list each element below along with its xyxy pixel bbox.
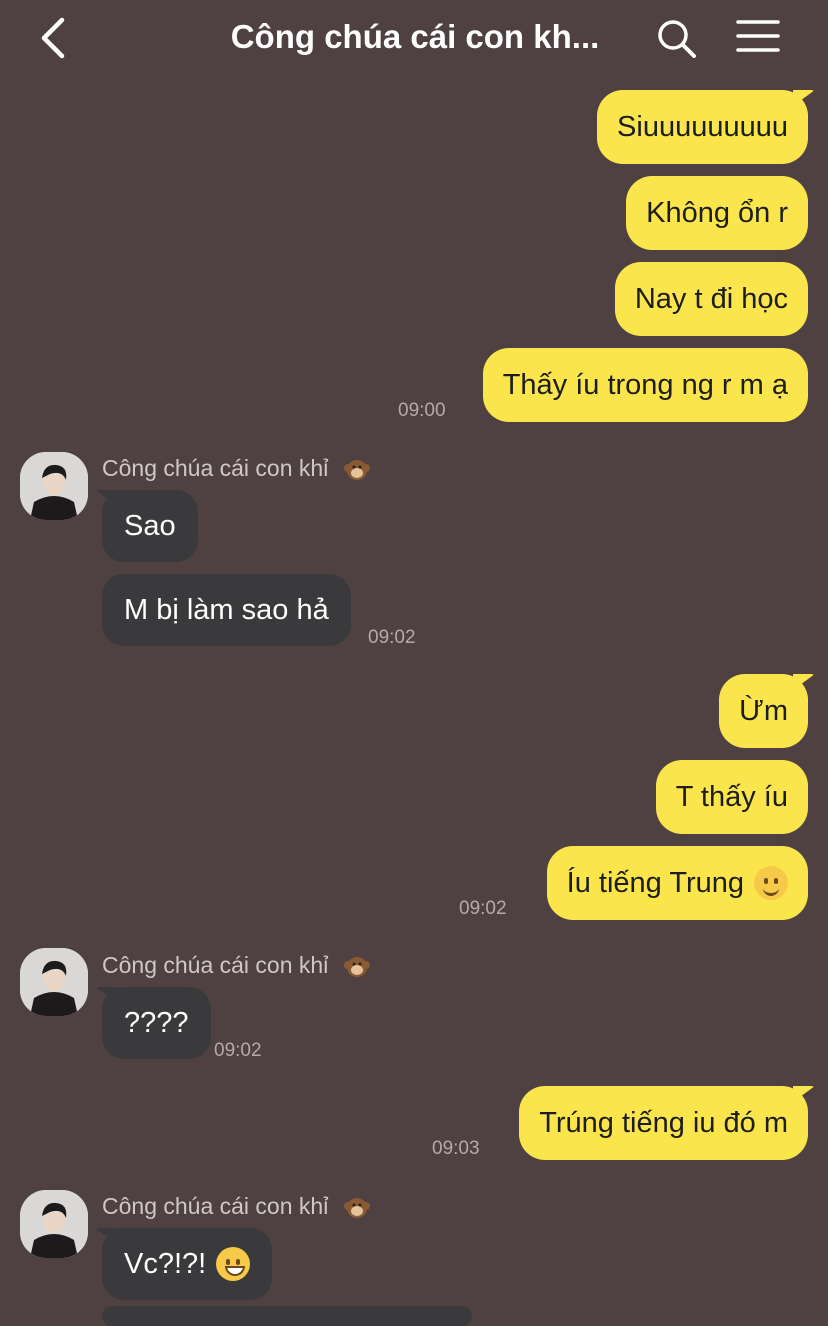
menu-icon[interactable] <box>736 18 780 54</box>
message-text: ???? <box>124 1006 189 1039</box>
received-message[interactable]: ???? <box>95 987 211 1059</box>
received-message[interactable]: Sao <box>95 490 198 562</box>
avatar-photo-icon <box>20 948 88 1016</box>
sent-message[interactable]: Íu tiếng Trung <box>546 846 808 920</box>
chat-title[interactable]: Công chúa cái con kh... <box>200 18 630 56</box>
monkey-icon <box>343 956 370 977</box>
message-text: Íu tiếng Trung <box>566 866 744 899</box>
contact-avatar[interactable] <box>20 948 88 1016</box>
message-text: Trúng tiếng iu đó m <box>539 1106 788 1139</box>
message-timestamp: 09:02 <box>368 627 416 648</box>
message-timestamp: 09:02 <box>214 1040 262 1061</box>
sent-message[interactable]: Thấy íu trong ng r m ạ <box>482 348 808 422</box>
message-text: Sao <box>124 509 176 542</box>
bubble-tail <box>793 1086 815 1102</box>
search-icon[interactable] <box>656 18 698 58</box>
grinning-face-icon <box>216 1247 251 1281</box>
received-message[interactable]: Vc?!?! <box>95 1228 273 1300</box>
bubble-tail <box>793 90 815 106</box>
bubble-tail <box>95 1228 117 1244</box>
avatar-photo-icon <box>20 452 88 520</box>
contact-name: Công chúa cái con khỉ <box>102 1193 371 1222</box>
message-text: Vc?!?! <box>124 1247 207 1280</box>
avatar-photo-icon <box>20 1190 88 1258</box>
monkey-icon <box>343 459 370 480</box>
bubble-tail <box>95 987 117 1003</box>
chat-header: Công chúa cái con kh... <box>0 0 828 80</box>
sent-message[interactable]: T thấy íu <box>655 760 808 834</box>
pensive-face-icon <box>754 866 788 900</box>
sent-message[interactable]: Siuuuuuuuuu <box>597 90 815 164</box>
message-timestamp: 09:00 <box>398 400 446 421</box>
message-text: T thấy íu <box>675 780 788 813</box>
chevron-left-icon[interactable] <box>36 16 76 60</box>
message-text: Thấy íu trong ng r m ạ <box>502 368 788 401</box>
contact-name: Công chúa cái con khỉ <box>102 952 371 981</box>
message-text: M bị làm sao hả <box>124 593 329 626</box>
received-message-partial[interactable] <box>102 1306 472 1326</box>
message-text: Ừm <box>739 694 788 727</box>
sent-message[interactable]: Nay t đi học <box>614 262 808 336</box>
bubble-tail <box>793 674 815 690</box>
message-timestamp: 09:03 <box>432 1138 480 1159</box>
sent-message[interactable]: Trúng tiếng iu đó m <box>519 1086 815 1160</box>
contact-name: Công chúa cái con khỉ <box>102 455 371 484</box>
received-message[interactable]: M bị làm sao hả <box>102 574 351 646</box>
message-text: Không ổn r <box>646 196 788 229</box>
message-text: Nay t đi học <box>634 282 788 315</box>
sent-message[interactable]: Ừm <box>719 674 815 748</box>
message-text: Siuuuuuuuuu <box>617 110 788 143</box>
sent-message[interactable]: Không ổn r <box>626 176 808 250</box>
bubble-tail <box>95 490 117 506</box>
monkey-icon <box>343 1197 370 1218</box>
contact-avatar[interactable] <box>20 452 88 520</box>
contact-avatar[interactable] <box>20 1190 88 1258</box>
message-timestamp: 09:02 <box>459 898 507 919</box>
